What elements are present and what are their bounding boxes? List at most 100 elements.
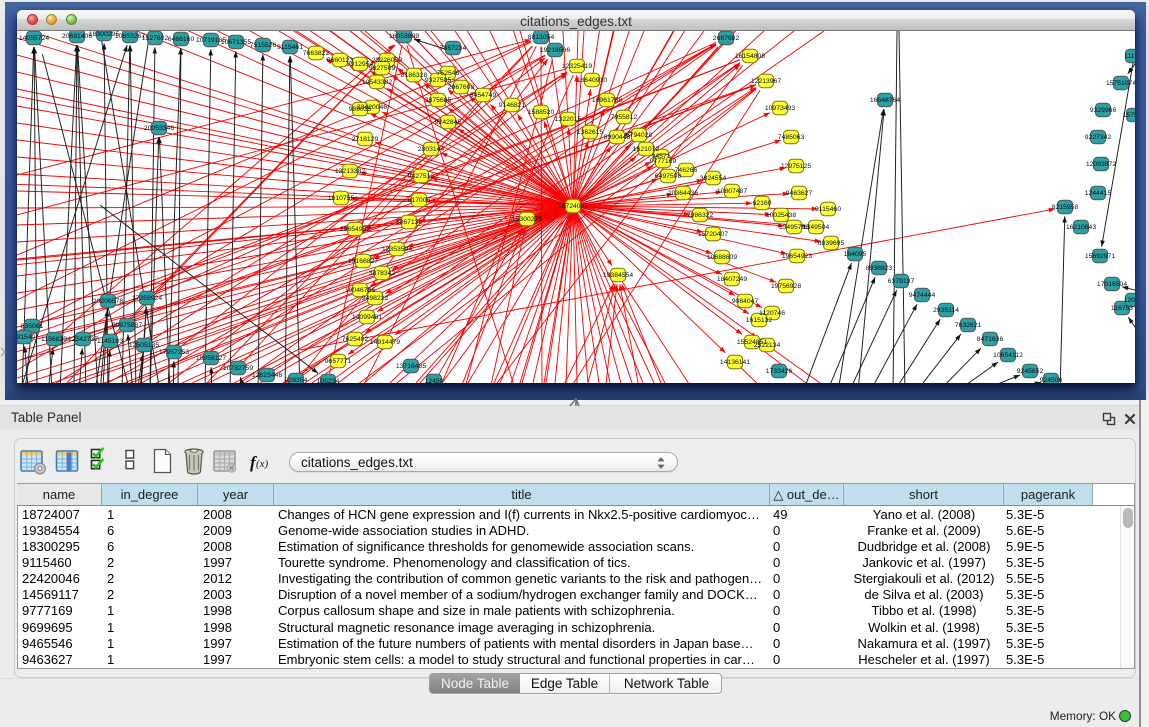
svg-text:12325419: 12325419 bbox=[562, 63, 592, 70]
svg-text:9245652: 9245652 bbox=[1017, 368, 1044, 375]
svg-text:12450: 12450 bbox=[425, 378, 444, 383]
svg-text:10025438: 10025438 bbox=[766, 212, 796, 219]
svg-text:8813054: 8813054 bbox=[528, 34, 555, 41]
svg-text:1527602: 1527602 bbox=[142, 35, 169, 42]
svg-text:(x): (x) bbox=[256, 458, 269, 470]
svg-text:9327509: 9327509 bbox=[369, 65, 396, 72]
svg-text:12342737: 12342737 bbox=[68, 336, 98, 343]
svg-text:7357234: 7357234 bbox=[440, 45, 467, 52]
svg-text:1733426: 1733426 bbox=[766, 368, 793, 375]
svg-text:12505135: 12505135 bbox=[129, 342, 159, 349]
svg-text:6379197: 6379197 bbox=[888, 278, 915, 285]
svg-text:6839695: 6839695 bbox=[818, 240, 845, 247]
svg-text:989035: 989035 bbox=[349, 106, 372, 113]
svg-text:12044: 12044 bbox=[1124, 297, 1135, 304]
svg-text:10782759: 10782759 bbox=[223, 365, 253, 372]
svg-text:752546: 752546 bbox=[437, 70, 460, 77]
svg-text:16210643: 16210643 bbox=[1066, 224, 1096, 231]
svg-text:157510: 157510 bbox=[1123, 112, 1135, 119]
svg-text:817006: 817006 bbox=[408, 197, 431, 204]
svg-text:14914479: 14914479 bbox=[370, 339, 400, 346]
svg-text:10046786: 10046786 bbox=[345, 287, 375, 294]
svg-text:17016504: 17016504 bbox=[1097, 281, 1127, 288]
svg-text:924506: 924506 bbox=[1040, 377, 1063, 383]
svg-text:2967608: 2967608 bbox=[448, 84, 475, 91]
svg-text:20206578: 20206578 bbox=[93, 298, 123, 305]
svg-text:3824554: 3824554 bbox=[700, 175, 727, 182]
svg-text:18407249: 18407249 bbox=[717, 276, 747, 283]
svg-text:12213382: 12213382 bbox=[335, 168, 365, 175]
svg-text:1120746: 1120746 bbox=[759, 310, 785, 317]
svg-text:9115460: 9115460 bbox=[815, 206, 841, 213]
svg-text:7663822: 7663822 bbox=[303, 50, 330, 57]
svg-text:391540: 391540 bbox=[17, 334, 36, 341]
svg-text:9084047: 9084047 bbox=[732, 298, 759, 305]
svg-text:8186328: 8186328 bbox=[401, 72, 428, 79]
svg-text:2718129: 2718129 bbox=[352, 136, 379, 143]
svg-text:1621072: 1621072 bbox=[633, 146, 660, 153]
svg-text:17957253: 17957253 bbox=[159, 349, 189, 356]
svg-text:14055724: 14055724 bbox=[19, 35, 49, 42]
svg-text:1610755: 1610755 bbox=[328, 195, 355, 202]
svg-text:15692971: 15692971 bbox=[1085, 253, 1115, 260]
svg-text:10688609: 10688609 bbox=[707, 254, 737, 261]
svg-text:2687682: 2687682 bbox=[713, 35, 740, 42]
svg-text:14099481: 14099481 bbox=[352, 314, 382, 321]
svg-text:116753: 116753 bbox=[1111, 305, 1133, 312]
svg-text:9427512: 9427512 bbox=[408, 173, 435, 180]
svg-text:9146821: 9146821 bbox=[499, 102, 526, 109]
svg-text:6497508: 6497508 bbox=[655, 173, 682, 180]
svg-text:10671355: 10671355 bbox=[221, 39, 251, 46]
svg-text:62160: 62160 bbox=[753, 200, 772, 207]
svg-text:7986322: 7986322 bbox=[687, 212, 714, 219]
svg-text:1156829: 1156829 bbox=[41, 336, 67, 343]
svg-text:20364436: 20364436 bbox=[668, 190, 698, 197]
svg-text:19218506: 19218506 bbox=[540, 47, 570, 54]
svg-text:2935114: 2935114 bbox=[933, 307, 959, 314]
svg-text:18640910: 18640910 bbox=[577, 77, 607, 84]
svg-text:1362615: 1362615 bbox=[577, 129, 604, 136]
svg-text:19654982: 19654982 bbox=[340, 226, 370, 233]
svg-text:9329966: 9329966 bbox=[1090, 107, 1117, 114]
svg-text:105234: 105234 bbox=[317, 378, 340, 383]
svg-text:1615132: 1615132 bbox=[746, 317, 773, 324]
svg-text:6794028: 6794028 bbox=[626, 132, 653, 139]
svg-text:8471636: 8471636 bbox=[977, 336, 1004, 343]
svg-text:12353594: 12353594 bbox=[382, 246, 412, 253]
svg-text:9474444: 9474444 bbox=[909, 292, 936, 299]
svg-text:9327505: 9327505 bbox=[425, 77, 452, 84]
svg-text:20691406: 20691406 bbox=[62, 33, 92, 40]
svg-text:164095: 164095 bbox=[844, 251, 867, 258]
svg-text:9242845: 9242845 bbox=[435, 119, 462, 126]
svg-text:3875685: 3875685 bbox=[425, 97, 452, 104]
svg-text:7485063: 7485063 bbox=[778, 134, 805, 141]
svg-text:8454749: 8454749 bbox=[470, 92, 497, 99]
svg-text:19756928: 19756928 bbox=[771, 283, 801, 290]
svg-text:8215958: 8215958 bbox=[1052, 204, 1079, 211]
svg-text:10807487: 10807487 bbox=[717, 188, 747, 195]
svg-text:3867130: 3867130 bbox=[396, 219, 423, 226]
svg-text:12213967: 12213967 bbox=[751, 78, 781, 85]
svg-text:10653267: 10653267 bbox=[115, 33, 145, 40]
svg-text:9227342: 9227342 bbox=[1085, 134, 1112, 141]
svg-text:10958127: 10958127 bbox=[196, 355, 226, 362]
svg-text:10654112: 10654112 bbox=[993, 352, 1023, 359]
svg-text:1588520: 1588520 bbox=[528, 109, 555, 116]
svg-text:15720407: 15720407 bbox=[698, 231, 728, 238]
svg-text:19654923: 19654923 bbox=[782, 253, 812, 260]
svg-text:928354: 928354 bbox=[285, 377, 308, 383]
svg-text:1145193: 1145193 bbox=[97, 338, 123, 345]
svg-text:13716485: 13716485 bbox=[396, 363, 426, 370]
svg-text:10543382: 10543382 bbox=[362, 79, 392, 86]
svg-text:10973493: 10973493 bbox=[765, 105, 795, 112]
svg-text:9777169: 9777169 bbox=[650, 158, 677, 165]
svg-text:18724007: 18724007 bbox=[558, 203, 588, 210]
svg-text:12975125: 12975125 bbox=[781, 163, 811, 170]
svg-text:20053346: 20053346 bbox=[144, 125, 174, 132]
svg-text:10961758: 10961758 bbox=[592, 97, 622, 104]
svg-text:12823446: 12823446 bbox=[252, 372, 282, 379]
svg-text:3878342: 3878342 bbox=[369, 270, 396, 277]
svg-text:8938923: 8938923 bbox=[866, 265, 893, 272]
svg-text:14136141: 14136141 bbox=[720, 359, 750, 366]
svg-text:9657771: 9657771 bbox=[325, 358, 352, 365]
